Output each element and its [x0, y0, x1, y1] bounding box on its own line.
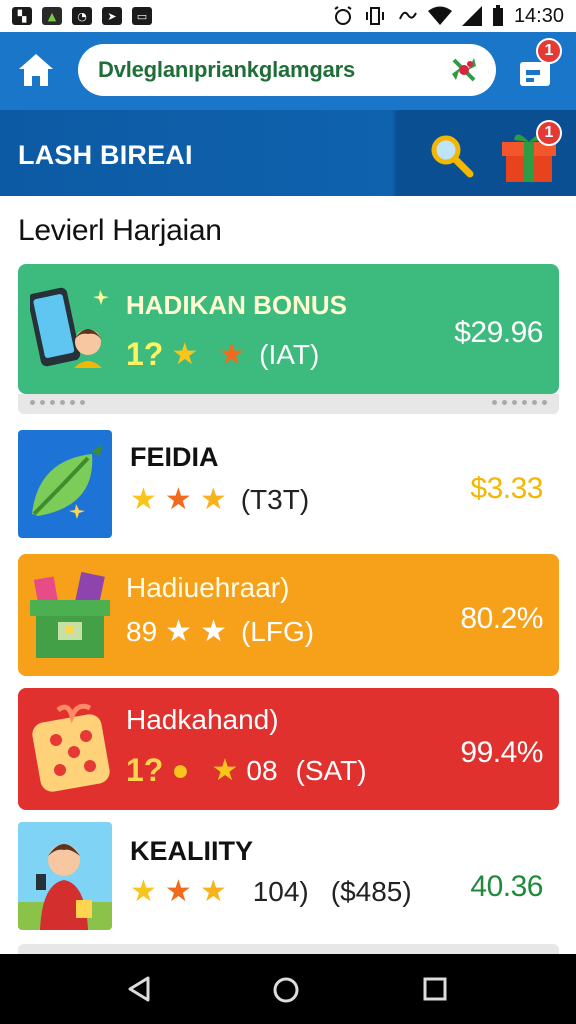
boy-icon [18, 822, 112, 930]
star-icon: ★ [171, 336, 199, 372]
vibrate-icon [365, 7, 384, 25]
cart-badge: 1 [536, 38, 562, 64]
rating-suffix: (T3T) [240, 484, 310, 515]
leaf-icon [18, 430, 112, 538]
item-price: $29.96 [454, 316, 543, 349]
list-item[interactable]: Hadkahand) 1? ● ★ 08 (SAT) 99.4% [18, 688, 559, 810]
rating-middle: 08 [246, 754, 278, 786]
card-shadow [18, 394, 559, 414]
recents-icon[interactable] [422, 976, 448, 1002]
item-rating: 1? ★ ★ (IAT) [126, 336, 319, 373]
dots [492, 400, 547, 405]
gift-button[interactable]: 1 [500, 120, 562, 184]
dots [30, 400, 85, 405]
battery-icon [492, 5, 503, 26]
alarm-icon [334, 6, 352, 25]
item-name: FEIDIA [130, 442, 219, 472]
item-name: Hadkahand) [126, 704, 279, 735]
item-price: 99.4% [460, 736, 543, 769]
search-icon[interactable] [428, 132, 474, 178]
search-bar[interactable]: Dvleglanıpriankglamgars [78, 44, 496, 96]
item-price: 80.2% [460, 602, 543, 635]
star-icon: ★ [218, 336, 246, 372]
rating-suffix: (IAT) [259, 338, 320, 370]
item-rating: 89 ★ ★ (LFG) [126, 616, 314, 648]
item-rating: ★ ★ ★ (T3T) [130, 484, 309, 516]
home-nav-icon[interactable] [272, 976, 300, 1004]
banner-title: LASH BIREAI [18, 140, 193, 170]
star-icon: ★ [199, 874, 227, 909]
notification-icons: ▚ ▲ ◔ ➤ ▭ [12, 7, 152, 25]
status-time: 14:30 [513, 4, 564, 27]
chat-icon: ▭ [132, 7, 152, 25]
image-icon: ▲ [42, 7, 62, 25]
person-icon: ● [171, 753, 190, 787]
item-rating: 1? ● ★ 08 (SAT) [126, 752, 367, 789]
dice-icon [32, 703, 110, 792]
search-text: Dvleglanıpriankglamgars [98, 57, 356, 82]
app-bar: Dvleglanıpriankglamgars 1 [0, 32, 576, 110]
star-icon: ★ [130, 482, 157, 517]
rating-suffix: (LFG) [240, 616, 315, 647]
item-rating: ★ ★ ★ 104) ($485) [130, 876, 412, 908]
star-icon: ★ [165, 614, 193, 649]
star-icon: ★ [211, 752, 239, 788]
holly-icon [452, 58, 476, 82]
bell-icon: ◔ [72, 7, 92, 25]
home-icon[interactable] [16, 50, 56, 90]
image-icon: ▚ [12, 7, 32, 25]
rating-suffix: (SAT) [295, 754, 367, 786]
signal-icon [461, 6, 482, 26]
list-item[interactable]: Hadiuehraar) 89 ★ ★ (LFG) 80.2% [18, 554, 559, 676]
list-item[interactable]: HADIKAN BONUS 1? ★ ★ (IAT) $29.96 [18, 264, 559, 394]
star-icon: ★ [164, 874, 192, 909]
item-price: $3.33 [470, 472, 543, 505]
back-icon[interactable] [126, 976, 152, 1002]
system-nav-bar [0, 954, 576, 1024]
list-item[interactable]: KEALIITY ★ ★ ★ 104) ($485) 40.36 [18, 822, 559, 932]
message-icon: ➤ [102, 7, 122, 25]
treasure-box-icon [30, 571, 110, 658]
star-icon: ★ [200, 614, 227, 649]
banner: LASH BIREAI 1 [0, 110, 576, 196]
section-title: Levierl Harjaian [18, 214, 222, 247]
status-bar: ▚ ▲ ◔ ➤ ▭ 14:30 [0, 0, 576, 32]
card-shadow [18, 944, 559, 954]
rating-prefix: 1? [126, 336, 164, 372]
star-icon: ★ [199, 482, 227, 517]
star-icon: ★ [130, 874, 157, 909]
cart-button[interactable]: 1 [516, 38, 562, 92]
rating-middle: 104) [252, 876, 309, 907]
wifi-icon [427, 6, 452, 25]
list-item[interactable]: FEIDIA ★ ★ ★ (T3T) $3.33 [18, 430, 559, 540]
item-name: Hadiuehraar) [126, 572, 290, 603]
item-price: 40.36 [470, 870, 543, 903]
rating-prefix: 89 [126, 616, 158, 647]
rating-suffix: ($485) [330, 876, 412, 907]
phone-girl-icon [30, 287, 109, 368]
star-icon: ★ [164, 482, 192, 517]
rating-prefix: 1? [126, 752, 164, 788]
item-name: KEALIITY [130, 836, 254, 866]
gift-badge: 1 [536, 120, 562, 146]
data-icon [399, 11, 417, 20]
item-name: HADIKAN BONUS [126, 290, 347, 320]
